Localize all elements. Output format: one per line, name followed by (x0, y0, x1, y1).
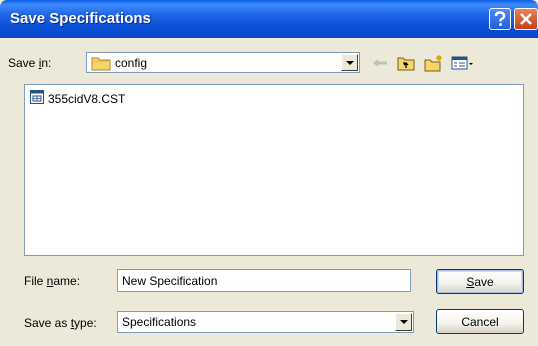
file-icon (29, 89, 45, 108)
cancel-button-label: Cancel (461, 314, 499, 329)
cancel-button[interactable]: Cancel (436, 309, 524, 334)
view-menu-icon (451, 56, 473, 70)
save-as-type-label: Save as type: (24, 316, 97, 330)
file-name-value: New Specification (122, 274, 218, 288)
file-name: 355cidV8.CST (48, 91, 126, 106)
folder-icon (91, 55, 111, 74)
view-menu-button[interactable] (450, 53, 476, 73)
close-button[interactable] (514, 8, 538, 30)
file-name-input[interactable]: New Specification (117, 269, 411, 292)
save-in-dropdown-button[interactable] (341, 54, 358, 71)
title-bar[interactable]: Save Specifications (0, 0, 538, 38)
chevron-down-icon (399, 320, 408, 324)
save-as-type-dropdown-button[interactable] (395, 313, 412, 331)
help-button[interactable] (489, 8, 511, 30)
chevron-down-icon (345, 60, 354, 65)
question-mark-icon (494, 11, 506, 26)
save-button[interactable]: Save (436, 269, 524, 294)
create-new-folder-button[interactable] (424, 53, 444, 73)
up-one-level-icon (397, 57, 415, 71)
save-as-type-value: Specifications (122, 315, 197, 329)
save-in-value: config (115, 56, 148, 70)
list-item[interactable]: 355cidV8.CST (29, 89, 125, 108)
file-list[interactable]: 355cidV8.CST (24, 84, 524, 256)
save-in-dropdown[interactable]: config (86, 52, 360, 73)
save-as-type-dropdown[interactable]: Specifications (117, 311, 414, 333)
save-in-label: Save in: (8, 56, 52, 70)
file-name-label: File name: (24, 274, 81, 288)
up-one-level-button[interactable] (396, 53, 416, 73)
new-folder-icon (424, 55, 442, 72)
close-icon (520, 13, 532, 25)
window-title: Save Specifications (10, 10, 151, 27)
save-dialog: Save Specifications Save in: config 355c… (0, 0, 538, 346)
back-arrow-icon (373, 59, 387, 67)
save-button-label: Save (466, 274, 494, 289)
back-button[interactable] (370, 53, 390, 73)
